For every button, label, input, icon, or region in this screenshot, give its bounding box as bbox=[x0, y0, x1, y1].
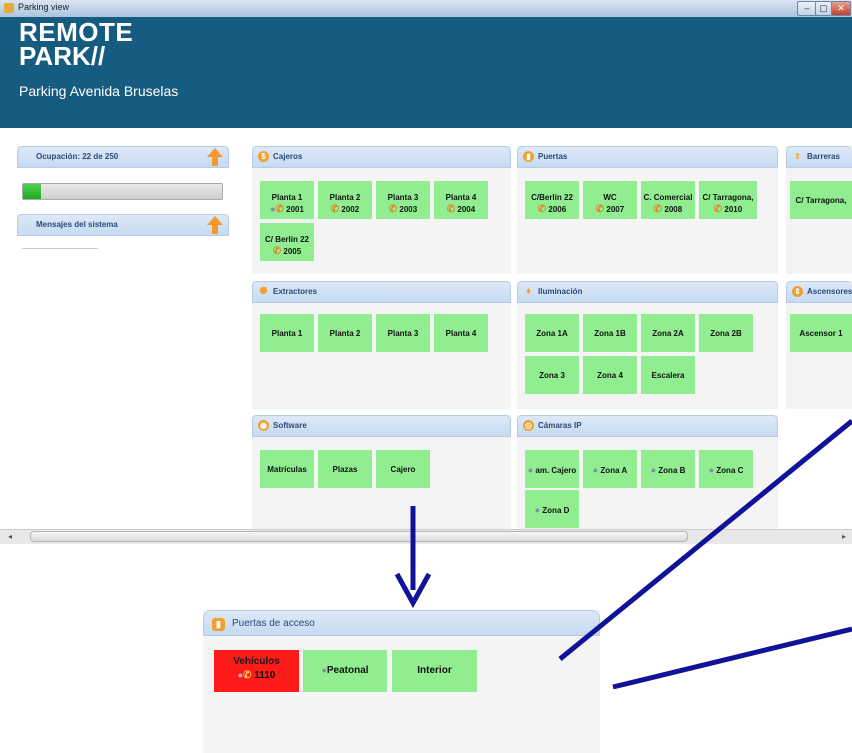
pointer-line-upper bbox=[558, 419, 852, 661]
pointer-line-lower bbox=[612, 626, 852, 690]
annotation-arrows bbox=[394, 419, 852, 690]
